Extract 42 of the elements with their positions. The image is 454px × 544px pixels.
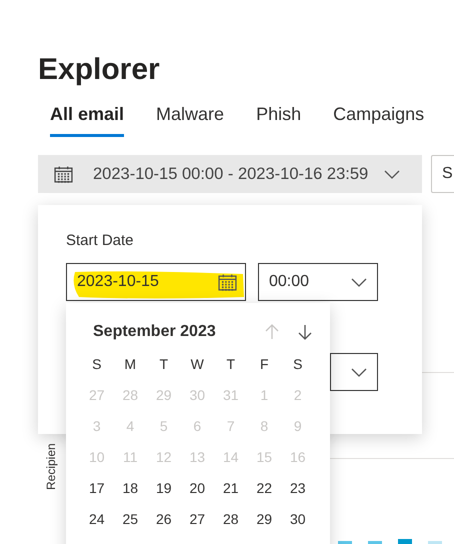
page-title: Explorer — [38, 52, 161, 88]
next-month-button[interactable] — [296, 323, 314, 341]
calendar-day[interactable]: 22 — [256, 478, 272, 499]
chevron-down-icon — [351, 368, 367, 376]
weekday-label: M — [124, 355, 136, 374]
date-input-field[interactable]: 2023-10-15 — [66, 263, 246, 301]
calendar-day[interactable]: 28 — [222, 509, 239, 530]
time-dropdown[interactable]: 00:00 — [258, 263, 378, 301]
calendar-day[interactable]: 23 — [290, 478, 306, 499]
calendar-day[interactable]: 29 — [256, 509, 272, 530]
start-date-label: Start Date — [66, 231, 135, 251]
month-title: September 2023 — [93, 322, 217, 342]
calendar-day[interactable]: 30 — [290, 509, 306, 530]
calendar-day[interactable]: 18 — [122, 478, 138, 499]
calendar-day[interactable]: 24 — [88, 509, 105, 530]
weekday-label: F — [260, 355, 269, 374]
calendar-icon — [218, 274, 237, 290]
chevron-down-icon — [351, 278, 367, 286]
calendar-day[interactable]: 25 — [122, 509, 138, 530]
weekday-label: S — [92, 355, 102, 374]
calendar-day[interactable]: 26 — [156, 509, 172, 530]
calendar-day[interactable]: 21 — [222, 478, 239, 499]
chevron-down-icon — [384, 170, 400, 178]
weekday-label: T — [159, 355, 168, 374]
tab[interactable]: All email — [50, 102, 124, 137]
calendar-day[interactable]: 17 — [88, 478, 105, 499]
calendar-day[interactable]: 20 — [189, 478, 206, 499]
filter-field[interactable]: S — [431, 155, 454, 193]
end-time-dropdown[interactable] — [330, 353, 378, 391]
tab[interactable]: Campaigns — [333, 102, 424, 137]
tab[interactable]: Malware — [156, 102, 224, 137]
weekday-label: T — [226, 355, 236, 374]
arrow-up-icon — [263, 323, 281, 341]
weekday-label: S — [293, 355, 302, 374]
date-range-dropdown[interactable]: 2023-10-15 00:00 - 2023-10-16 23:59 — [38, 155, 422, 193]
calendar-day[interactable]: 27 — [189, 509, 206, 530]
arrow-down-icon — [296, 323, 314, 341]
tab[interactable]: Phish — [256, 102, 302, 137]
calendar-icon — [54, 166, 73, 182]
axis-label: Recipien — [44, 443, 58, 490]
calendar-day[interactable]: 19 — [156, 478, 172, 499]
weekday-label: W — [190, 355, 204, 374]
